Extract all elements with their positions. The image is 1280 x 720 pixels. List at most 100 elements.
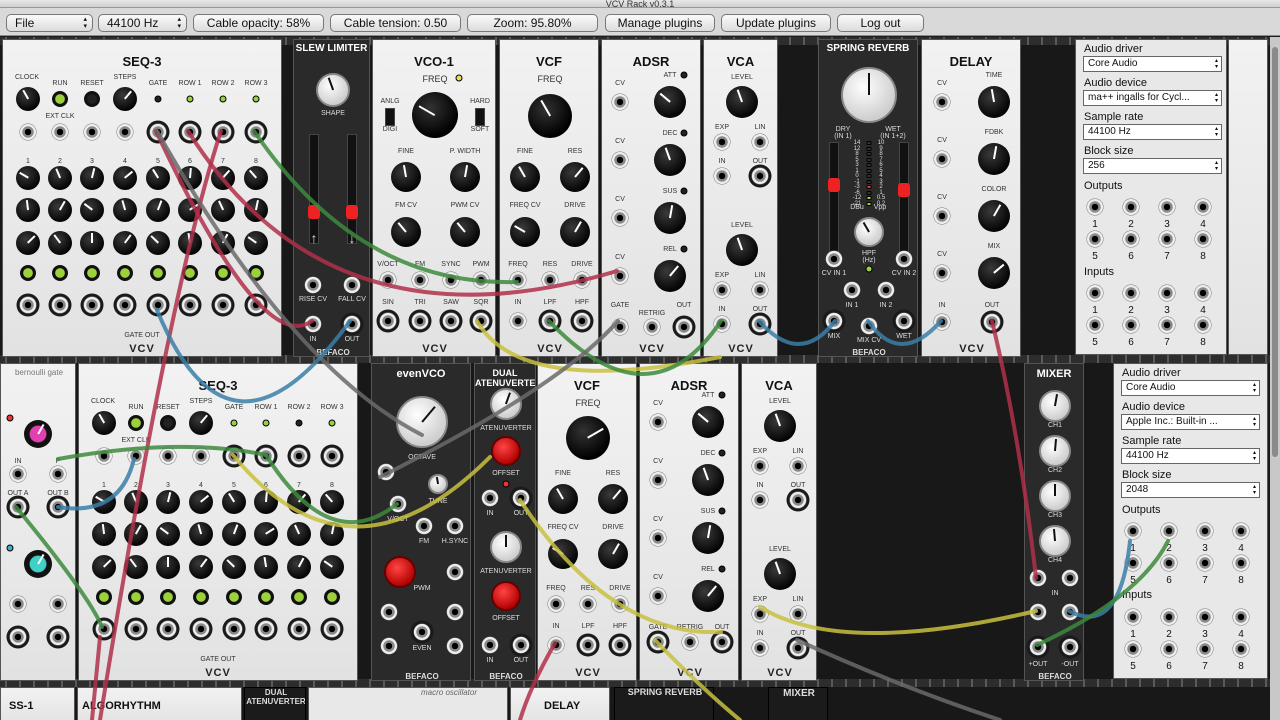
steps-knob[interactable] [189,411,213,435]
step-7-row-1-knob[interactable] [211,166,235,190]
dec-cv-jack[interactable] [611,151,629,169]
analog-digital-switch[interactable] [385,108,395,126]
vertical-scrollbar[interactable] [1270,37,1280,720]
row2-out-jack[interactable] [290,447,308,465]
bernoulli-out-b-jack-1[interactable] [49,498,67,516]
input-jack-3[interactable] [1196,608,1214,626]
step-3-gate-out-jack[interactable] [159,620,177,638]
input-jack-7[interactable] [1196,640,1214,658]
evenvco-in-jack[interactable] [377,463,395,481]
clock-jack[interactable] [95,447,113,465]
reset-button[interactable] [160,415,176,431]
step-2-row-3-knob[interactable] [48,231,72,255]
row3-out-jack[interactable] [323,447,341,465]
voct-jack[interactable] [389,495,407,513]
step-5-gate-out-jack[interactable] [225,620,243,638]
step-1-row-1-knob[interactable] [92,490,116,514]
bernoulli-prob-knob-1[interactable] [24,420,52,448]
step-3-row-2-knob[interactable] [156,522,180,546]
adsr-out-jack[interactable] [713,633,731,651]
mixer-in-jack-3[interactable] [1029,603,1047,621]
delay-in-jack[interactable] [933,313,951,331]
atten-out-jack-2[interactable] [512,636,530,654]
freq-knob[interactable] [412,92,458,138]
vcf-out-jack-2[interactable] [611,636,629,654]
input-jack-4[interactable] [1232,608,1250,626]
fm-cv-knob[interactable] [391,217,421,247]
bernoulli-p-jack-2[interactable] [49,595,67,613]
delay-out-jack[interactable] [983,313,1001,331]
rel-knob[interactable] [692,580,724,612]
vcf-out-jack-1[interactable] [579,636,597,654]
step-2-row-1-knob[interactable] [48,166,72,190]
offset-knob-1[interactable] [491,436,521,466]
step-3-row-2-knob[interactable] [80,198,104,222]
vcf-freq-knob[interactable] [528,94,572,138]
evenvco-out-jack-1[interactable] [380,603,398,621]
vcf-jack-2[interactable] [573,271,591,289]
step-8-gate-button[interactable] [248,265,264,281]
dec-knob[interactable] [654,144,686,176]
mixer-ch1-knob[interactable] [1039,390,1071,422]
input-jack-7[interactable] [1158,316,1176,334]
vcf-jack-2[interactable] [611,595,629,613]
dry-wet-knob[interactable] [841,67,897,123]
bernoulli-out-a-jack-2[interactable] [9,628,27,646]
manage-plugins-button[interactable]: Manage plugins [605,14,715,32]
vcf-out-jack-0[interactable] [509,312,527,330]
offset-knob-2[interactable] [491,581,521,611]
delay-mix-cv-jack[interactable] [933,264,951,282]
vca-level-knob-2[interactable] [726,234,758,266]
cable-tension-slider[interactable]: Cable tension: 0.50 [330,14,461,32]
run-button[interactable] [128,415,144,431]
gate-out-jack[interactable] [149,123,167,141]
rise-slider[interactable] [308,134,320,244]
row1-out-jack[interactable] [181,123,199,141]
vcf-fine-knob[interactable] [510,162,540,192]
vca-in-jack-1[interactable] [713,167,731,185]
output-jack-8[interactable] [1194,230,1212,248]
vcf-out-jack-2[interactable] [573,312,591,330]
step-7-gate-out-jack[interactable] [290,620,308,638]
vco1-out-jack-0[interactable] [379,312,397,330]
step-4-gate-out-jack[interactable] [116,296,134,314]
input-jack-8[interactable] [1194,316,1212,334]
even-out-jack[interactable] [413,623,431,641]
step-7-row-2-knob[interactable] [211,198,235,222]
step-2-row-3-knob[interactable] [124,555,148,579]
rel-cv-jack[interactable] [649,587,667,605]
run-button[interactable] [52,91,68,107]
vcf-out-jack-1[interactable] [541,312,559,330]
output-jack-7[interactable] [1158,230,1176,248]
rel-knob[interactable] [654,260,686,292]
reverb-in1-slider[interactable] [828,142,840,252]
mixer-ch4-knob[interactable] [1039,525,1071,557]
mixer-in-jack-2[interactable] [1061,569,1079,587]
step-6-gate-button[interactable] [182,265,198,281]
audio-device-select[interactable]: ma++ ingalls for Cycl... [1083,90,1222,106]
delay-color-knob[interactable] [978,200,1010,232]
delay-fdbk-cv-jack[interactable] [933,150,951,168]
vco1-jack-0[interactable] [379,271,397,289]
step-1-gate-out-jack[interactable] [19,296,37,314]
input-jack-6[interactable] [1122,316,1140,334]
input-jack-2[interactable] [1160,608,1178,626]
bernoulli-p-jack-1[interactable] [49,465,67,483]
step-8-row-1-knob[interactable] [320,490,344,514]
sus-knob[interactable] [654,202,686,234]
reset-jack[interactable] [159,447,177,465]
vca-in-jack-2[interactable] [751,639,769,657]
log-out-button[interactable]: Log out [837,14,924,32]
step-2-row-2-knob[interactable] [48,198,72,222]
step-6-row-3-knob[interactable] [254,555,278,579]
step-3-gate-button[interactable] [160,589,176,605]
reverb-mix-cv-jack[interactable] [860,317,878,335]
steps-jack[interactable] [192,447,210,465]
row2-out-jack[interactable] [214,123,232,141]
step-4-row-2-knob[interactable] [113,198,137,222]
input-jack-4[interactable] [1194,284,1212,302]
step-7-gate-out-jack[interactable] [214,296,232,314]
step-7-row-3-knob[interactable] [287,555,311,579]
step-4-row-3-knob[interactable] [113,231,137,255]
output-jack-8[interactable] [1232,554,1250,572]
